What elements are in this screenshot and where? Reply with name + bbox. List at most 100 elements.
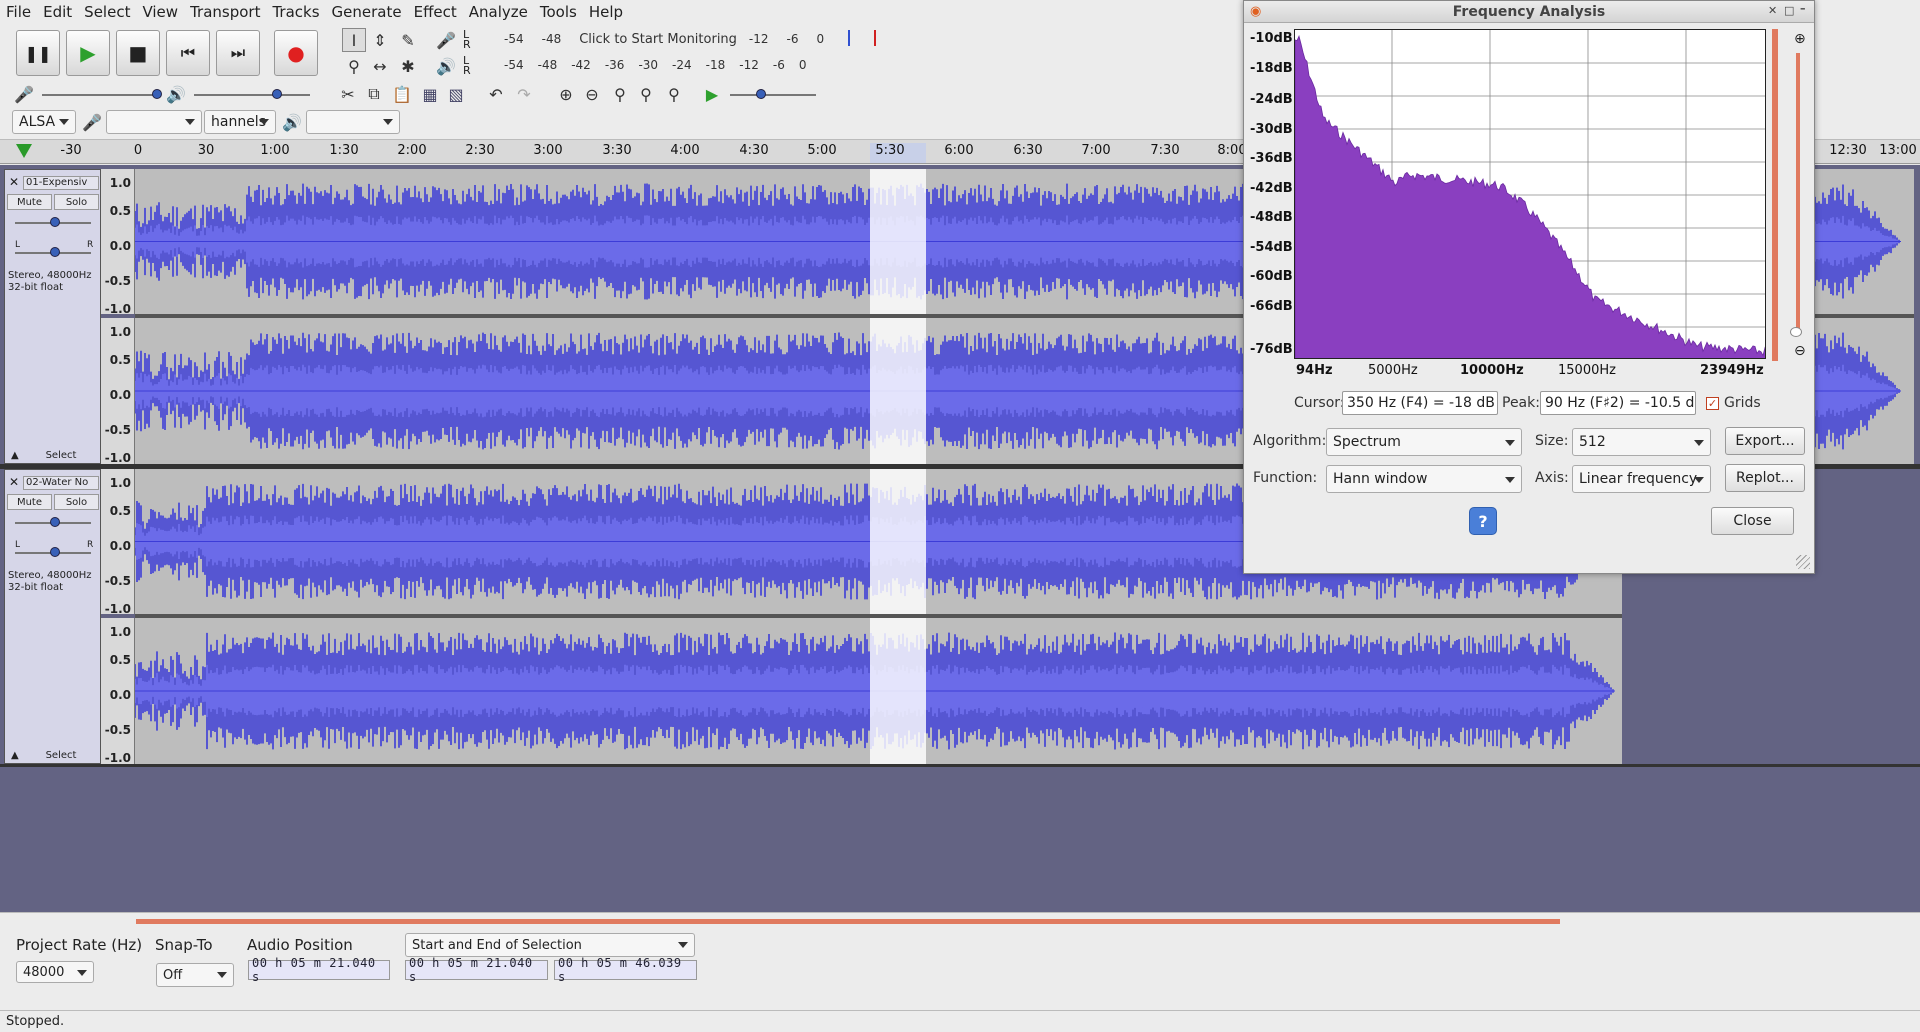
playback-volume-knob[interactable] <box>272 89 282 99</box>
menu-generate[interactable]: Generate <box>332 3 402 21</box>
zoom-out-icon[interactable]: ⊖ <box>1794 343 1806 359</box>
copy-button[interactable]: ⧉ <box>362 82 386 106</box>
record-volume-knob[interactable] <box>152 89 162 99</box>
snap-to-select[interactable]: Off <box>156 963 234 987</box>
peak-value-field[interactable]: 90 Hz (F♯2) = -10.5 dB <box>1540 391 1696 415</box>
selection-mode-select[interactable]: Start and End of Selection <box>405 933 695 957</box>
plot-vertical-scroll[interactable] <box>1772 29 1778 361</box>
record-meter-button[interactable]: 🎤 <box>434 28 458 52</box>
zoom-slider[interactable] <box>1796 53 1800 331</box>
multi-tool[interactable]: ✱ <box>396 54 420 78</box>
close-button[interactable]: Close <box>1711 507 1794 535</box>
solo-button[interactable]: Solo <box>54 194 99 210</box>
grids-checkbox[interactable]: ✓ <box>1706 397 1719 410</box>
play-device-select[interactable] <box>306 110 400 134</box>
fit-project-button[interactable]: ⚲ <box>634 82 658 106</box>
play-at-speed-knob[interactable] <box>756 89 766 99</box>
collapse-icon[interactable]: ▲ <box>11 750 19 761</box>
track-control-panel[interactable]: ✕ 01-Expensiv Mute Solo L R Stereo, 4800… <box>4 169 101 464</box>
resize-grip-icon[interactable] <box>1796 555 1810 569</box>
zoom-out-button[interactable]: ⊖ <box>580 82 604 106</box>
waveform-channel[interactable] <box>135 618 1622 764</box>
solo-button[interactable]: Solo <box>54 494 99 510</box>
undo-button[interactable]: ↶ <box>484 82 508 106</box>
menu-edit[interactable]: Edit <box>43 3 72 21</box>
size-select[interactable]: 512 <box>1572 428 1711 456</box>
algorithm-select[interactable]: Spectrum <box>1326 428 1522 456</box>
menu-analyze[interactable]: Analyze <box>469 3 528 21</box>
cursor-value-field[interactable]: 350 Hz (F4) = -18 dB <box>1342 391 1498 415</box>
paste-button[interactable]: 📋 <box>390 82 414 106</box>
menu-help[interactable]: Help <box>589 3 623 21</box>
zoom-slider-knob[interactable] <box>1790 327 1802 337</box>
record-channels-select[interactable]: hannels <box>204 110 276 134</box>
gain-knob[interactable] <box>50 217 60 227</box>
export-button[interactable]: Export... <box>1725 427 1805 455</box>
pause-button[interactable]: ❚❚ <box>16 30 60 76</box>
play-head-icon[interactable] <box>16 144 32 158</box>
play-at-speed-button[interactable]: ▶ <box>700 82 724 106</box>
draw-tool[interactable]: ✎ <box>396 28 420 52</box>
play-button[interactable]: ▶ <box>66 30 110 76</box>
select-track-button[interactable]: Select <box>25 447 97 463</box>
audio-host-select[interactable]: ALSA <box>12 110 76 134</box>
record-volume-slider[interactable] <box>42 94 158 96</box>
minimize-window-icon[interactable]: – <box>1800 2 1806 15</box>
record-device-select[interactable] <box>106 110 202 134</box>
zoom-toggle-button[interactable]: ⚲ <box>662 82 686 106</box>
close-window-icon[interactable]: ✕ <box>1768 4 1777 17</box>
record-button[interactable]: ● <box>274 30 318 76</box>
menu-effect[interactable]: Effect <box>414 3 457 21</box>
menu-tools[interactable]: Tools <box>540 3 577 21</box>
menu-transport[interactable]: Transport <box>190 3 260 21</box>
gain-knob[interactable] <box>50 517 60 527</box>
mute-button[interactable]: Mute <box>7 194 52 210</box>
zoom-in-icon[interactable]: ⊕ <box>1794 31 1806 47</box>
trim-button[interactable]: ▦ <box>418 82 442 106</box>
skip-to-start-button[interactable]: ⏮ <box>166 30 210 76</box>
function-select[interactable]: Hann window <box>1326 465 1522 493</box>
menu-tracks[interactable]: Tracks <box>272 3 319 21</box>
axis-select[interactable]: Linear frequency <box>1572 465 1711 493</box>
selection-tool[interactable]: I <box>342 28 366 52</box>
selection-end-field[interactable]: 00 h 05 m 46.039 s <box>554 956 697 984</box>
silence-button[interactable]: ▧ <box>444 82 468 106</box>
playback-volume-slider[interactable] <box>194 94 310 96</box>
zoom-in-button[interactable]: ⊕ <box>554 82 578 106</box>
selection-start-field[interactable]: 00 h 05 m 21.040 s <box>405 956 548 984</box>
menu-file[interactable]: File <box>6 3 31 21</box>
record-meter[interactable]: -54 -48 Click to Start Monitoring -12 -6… <box>504 28 874 50</box>
skip-to-end-button[interactable]: ⏭ <box>216 30 260 76</box>
stop-button[interactable]: ■ <box>116 30 160 76</box>
menu-view[interactable]: View <box>142 3 178 21</box>
select-track-button[interactable]: Select <box>25 747 97 763</box>
redo-button[interactable]: ↷ <box>512 82 536 106</box>
track-name-menu[interactable]: 02-Water No <box>23 476 99 490</box>
collapse-icon[interactable]: ▲ <box>11 450 19 461</box>
audio-position-field[interactable]: 00 h 05 m 21.040 s <box>248 956 390 984</box>
time-shift-tool[interactable]: ↔ <box>368 54 392 78</box>
fit-selection-button[interactable]: ⚲ <box>608 82 632 106</box>
track-name-menu[interactable]: 01-Expensiv <box>23 176 99 190</box>
envelope-tool[interactable]: ⇕ <box>368 28 392 52</box>
frequency-analysis-dialog[interactable]: ◉ Frequency Analysis ✕ □ – -10dB -18dB -… <box>1243 0 1815 574</box>
play-meter-button[interactable]: 🔊 <box>434 54 458 78</box>
dialog-titlebar[interactable]: ◉ Frequency Analysis ✕ □ – <box>1244 1 1814 23</box>
cut-button[interactable]: ✂ <box>336 82 360 106</box>
maximize-window-icon[interactable]: □ <box>1784 4 1794 17</box>
play-at-speed-slider[interactable] <box>730 94 816 96</box>
close-track-icon[interactable]: ✕ <box>9 175 19 189</box>
pan-knob[interactable] <box>50 247 60 257</box>
close-track-icon[interactable]: ✕ <box>9 475 19 489</box>
pan-knob[interactable] <box>50 547 60 557</box>
menu-select[interactable]: Select <box>84 3 130 21</box>
replot-button[interactable]: Replot... <box>1725 464 1805 492</box>
scrollbar-horizontal[interactable] <box>136 919 1560 924</box>
zoom-tool[interactable]: ⚲ <box>342 54 366 78</box>
help-icon[interactable]: ? <box>1469 507 1497 535</box>
track-control-panel[interactable]: ✕ 02-Water No Mute Solo L R Stereo, 4800… <box>4 469 101 764</box>
spectrum-plot[interactable] <box>1294 29 1766 359</box>
mute-button[interactable]: Mute <box>7 494 52 510</box>
play-meter[interactable]: -54 -48 -42 -36 -30 -24 -18 -12 -6 0 <box>504 54 874 76</box>
project-rate-select[interactable]: 48000 <box>16 961 94 983</box>
